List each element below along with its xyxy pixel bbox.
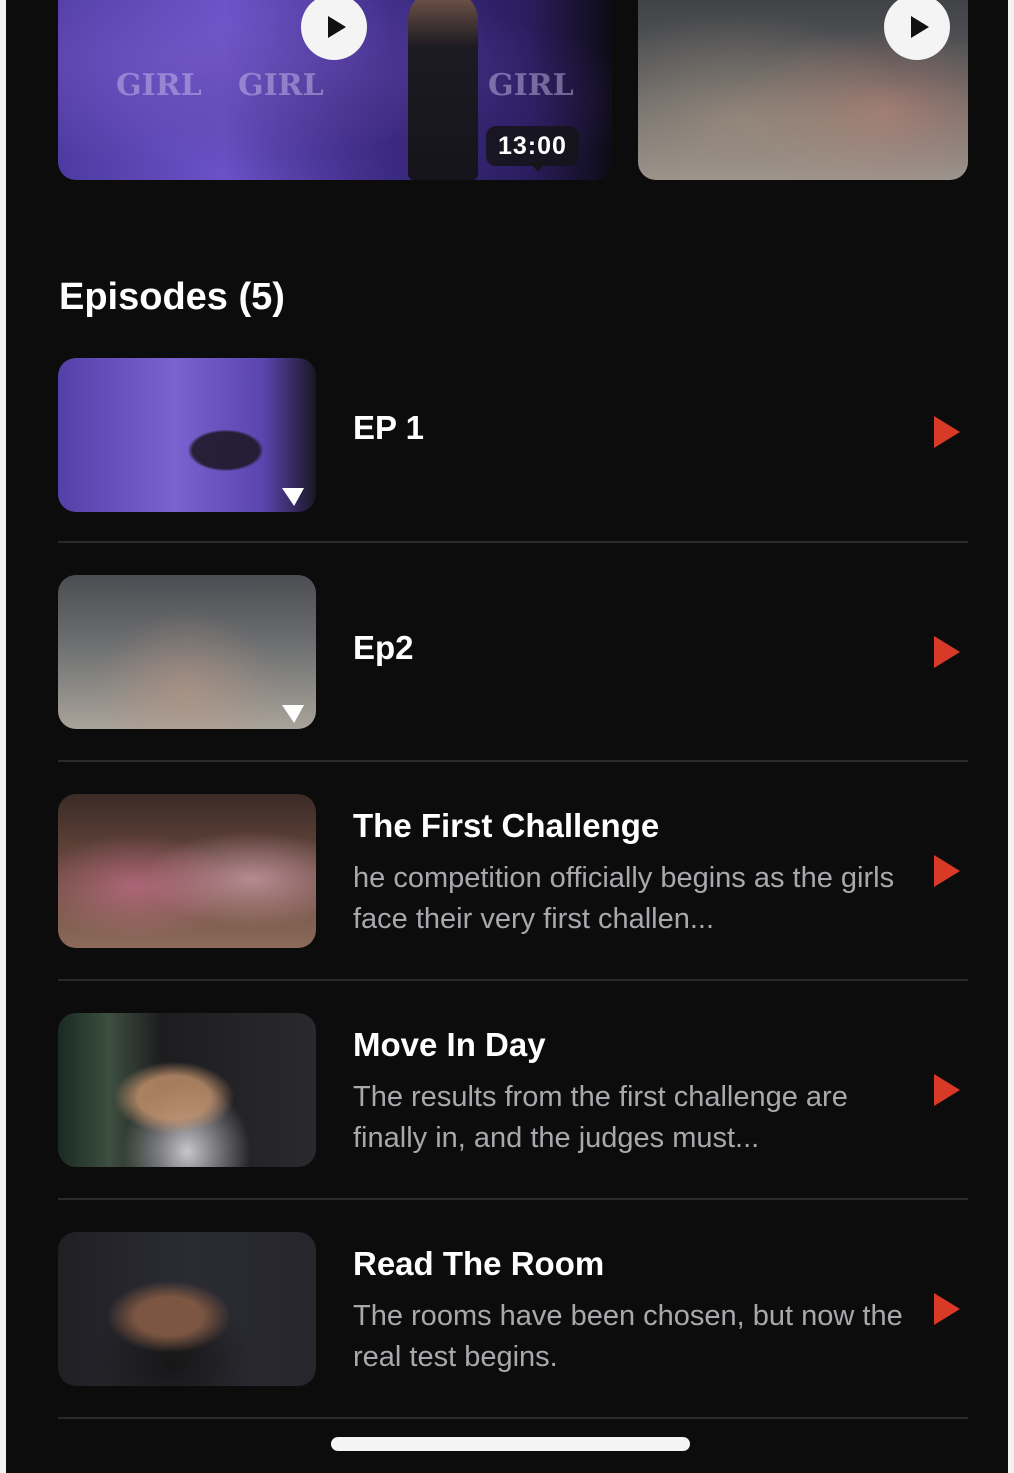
play-circle-icon[interactable] xyxy=(884,0,950,60)
home-indicator[interactable] xyxy=(331,1437,690,1451)
featured-video-card[interactable]: GIRL GIRL GIRL 13:00 xyxy=(58,0,612,180)
episode-description: The rooms have been chosen, but now the … xyxy=(353,1300,903,1373)
episode-row[interactable]: EP 1 xyxy=(58,356,968,574)
episode-description: The results from the first challenge are… xyxy=(353,1081,848,1154)
play-triangle-icon[interactable] xyxy=(934,416,960,448)
watermark-icon xyxy=(282,705,304,723)
episode-row[interactable]: Ep2 xyxy=(58,575,968,793)
brand-logo: GIRL xyxy=(238,68,324,103)
episode-title: Move In Day xyxy=(353,1026,546,1063)
episode-row[interactable]: The First Challenge he competition offic… xyxy=(58,794,968,1012)
divider xyxy=(58,979,968,981)
episode-thumbnail xyxy=(58,358,316,512)
divider xyxy=(58,541,968,543)
episode-title: Read The Room xyxy=(353,1245,605,1282)
watermark-icon xyxy=(282,488,304,506)
episode-title: EP 1 xyxy=(353,409,424,446)
duration-badge-pointer xyxy=(529,162,547,172)
divider xyxy=(58,760,968,762)
brand-logo: GIRL xyxy=(116,68,202,103)
brand-logo: GIRL xyxy=(488,68,574,103)
episode-title: The First Challenge xyxy=(353,807,660,844)
play-triangle-icon[interactable] xyxy=(934,1293,960,1325)
episode-title: Ep2 xyxy=(353,629,414,666)
play-circle-icon[interactable] xyxy=(301,0,367,60)
episode-thumbnail xyxy=(58,1232,316,1386)
divider xyxy=(58,1198,968,1200)
divider xyxy=(58,1417,968,1419)
episode-thumbnail xyxy=(58,575,316,729)
episode-row[interactable]: Read The Room The rooms have been chosen… xyxy=(58,1232,968,1450)
episode-description: he competition officially begins as the … xyxy=(353,862,895,935)
episode-thumbnail xyxy=(58,794,316,948)
featured-video-card[interactable] xyxy=(638,0,968,180)
play-triangle-icon[interactable] xyxy=(934,1074,960,1106)
episode-row[interactable]: Move In Day The results from the first c… xyxy=(58,1013,968,1231)
video-duration-badge: 13:00 xyxy=(486,126,579,166)
presenter-figure xyxy=(408,0,478,180)
play-triangle-icon[interactable] xyxy=(934,855,960,887)
play-triangle-icon[interactable] xyxy=(934,636,960,668)
app-screen: GIRL GIRL GIRL 13:00 Episodes (5) EP 1 E… xyxy=(6,0,1008,1473)
episodes-section-title: Episodes (5) xyxy=(59,276,285,318)
episode-thumbnail xyxy=(58,1013,316,1167)
